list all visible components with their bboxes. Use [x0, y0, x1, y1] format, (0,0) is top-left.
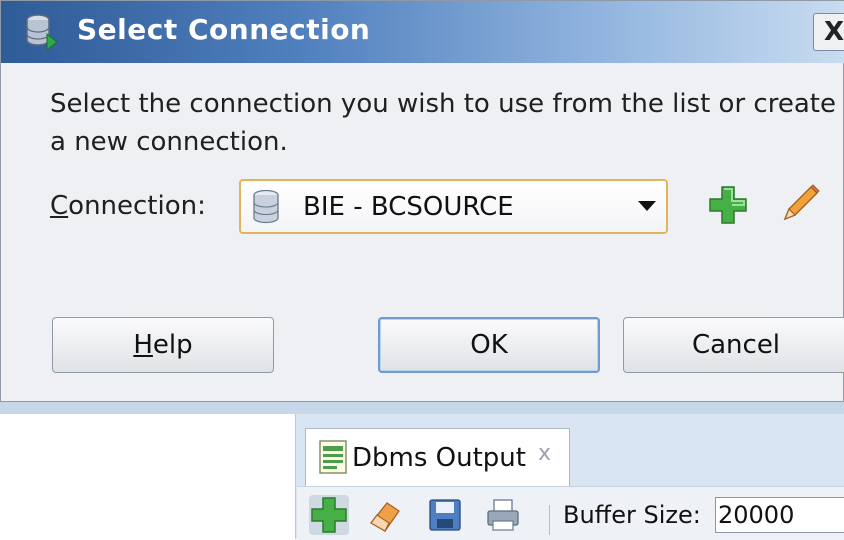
- tab-label: Dbms Output: [352, 443, 526, 473]
- tab-close-icon[interactable]: x: [538, 441, 551, 466]
- dialog-title: Select Connection: [77, 13, 371, 46]
- help-button[interactable]: Help: [52, 317, 274, 373]
- output-doc-icon: [319, 440, 347, 474]
- connection-dropdown[interactable]: BIE - BCSOURCE: [239, 179, 668, 234]
- eraser-icon[interactable]: [367, 497, 403, 533]
- dialog-title-bar[interactable]: Select Connection X: [1, 1, 844, 63]
- help-mnemonic: H: [133, 330, 153, 360]
- ok-button[interactable]: OK: [378, 317, 600, 373]
- add-output-button[interactable]: [309, 495, 349, 535]
- connection-label-mnemonic: C: [50, 191, 69, 221]
- tab-dbms-output[interactable]: Dbms Output x: [305, 428, 570, 486]
- toolbar-separator: [549, 505, 550, 535]
- help-label: elp: [152, 330, 193, 360]
- add-connection-icon[interactable]: [708, 185, 748, 225]
- edit-connection-icon[interactable]: [777, 181, 823, 227]
- divider-strip: [0, 402, 844, 414]
- instructions-text: Select the connection you wish to use fr…: [50, 89, 836, 157]
- database-connect-icon: [26, 14, 58, 52]
- chevron-down-icon[interactable]: [638, 201, 656, 211]
- close-button[interactable]: X: [813, 13, 844, 51]
- connection-value: BIE - BCSOURCE: [303, 192, 514, 222]
- database-icon: [253, 190, 279, 224]
- print-icon[interactable]: [485, 497, 521, 533]
- plus-icon: [311, 497, 347, 533]
- buffer-size-label: Buffer Size:: [563, 501, 701, 529]
- select-connection-dialog: Select Connection X Select the connectio…: [0, 0, 844, 402]
- buffer-size-input[interactable]: 20000: [715, 497, 844, 533]
- output-toolbar: Buffer Size: 20000: [297, 486, 844, 540]
- save-icon[interactable]: [427, 497, 463, 533]
- connection-label-text: onnection:: [68, 191, 206, 221]
- cancel-button[interactable]: Cancel: [623, 317, 844, 373]
- connection-label: Connection:: [50, 191, 206, 221]
